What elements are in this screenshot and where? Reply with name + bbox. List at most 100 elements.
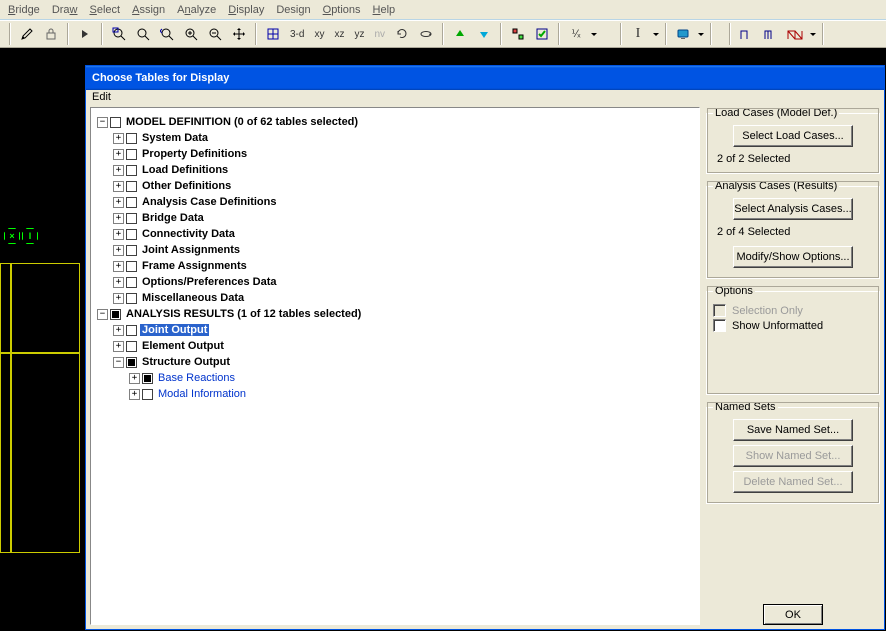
zoom-extents-icon[interactable] bbox=[132, 23, 154, 45]
checkbox[interactable] bbox=[126, 261, 137, 272]
view-3d-button[interactable]: 3-d bbox=[286, 23, 308, 45]
tree-joint-assignments[interactable]: Joint Assignments bbox=[140, 244, 242, 256]
tree-joint-output[interactable]: Joint Output bbox=[140, 324, 209, 336]
checkbox-checked[interactable] bbox=[142, 373, 153, 384]
expander-icon[interactable]: + bbox=[113, 229, 124, 240]
arrow-up-icon[interactable] bbox=[449, 23, 471, 45]
expander-icon[interactable]: + bbox=[113, 213, 124, 224]
zoom-window-icon[interactable] bbox=[108, 23, 130, 45]
checkbox-checked[interactable] bbox=[126, 357, 137, 368]
zoom-prev-icon[interactable] bbox=[156, 23, 178, 45]
expander-icon[interactable]: + bbox=[113, 245, 124, 256]
dropdown-icon[interactable] bbox=[589, 23, 598, 45]
menu-select[interactable]: Select bbox=[90, 4, 121, 16]
checkbox[interactable] bbox=[126, 197, 137, 208]
select-load-cases-button[interactable]: Select Load Cases... bbox=[733, 125, 853, 147]
menu-design[interactable]: Design bbox=[276, 4, 310, 16]
show-unformatted-checkbox[interactable] bbox=[713, 319, 726, 332]
checkbox[interactable] bbox=[126, 325, 137, 336]
expander-icon[interactable]: + bbox=[113, 325, 124, 336]
tree-model-definition[interactable]: MODEL DEFINITION (0 of 62 tables selecte… bbox=[124, 116, 360, 128]
expander-icon[interactable]: − bbox=[97, 117, 108, 128]
expander-icon[interactable]: + bbox=[113, 165, 124, 176]
check-icon[interactable] bbox=[531, 23, 553, 45]
checkbox[interactable] bbox=[126, 133, 137, 144]
tree-load-definitions[interactable]: Load Definitions bbox=[140, 164, 230, 176]
expander-icon[interactable]: + bbox=[113, 197, 124, 208]
ok-button[interactable]: OK bbox=[763, 604, 823, 625]
tree-element-output[interactable]: Element Output bbox=[140, 340, 226, 352]
view-nv-button[interactable]: nv bbox=[370, 23, 389, 45]
dropdown-icon[interactable] bbox=[808, 23, 817, 45]
play-icon[interactable] bbox=[74, 23, 96, 45]
menu-bridge[interactable]: Bridge bbox=[8, 4, 40, 16]
checkbox[interactable] bbox=[126, 293, 137, 304]
expander-icon[interactable]: + bbox=[113, 261, 124, 272]
tree-system-data[interactable]: System Data bbox=[140, 132, 210, 144]
truss-icon[interactable] bbox=[784, 23, 806, 45]
zoom-in-icon[interactable] bbox=[180, 23, 202, 45]
expander-icon[interactable]: + bbox=[113, 149, 124, 160]
expander-icon[interactable]: + bbox=[113, 181, 124, 192]
expander-icon[interactable]: + bbox=[129, 373, 140, 384]
tree-modal-information[interactable]: Modal Information bbox=[156, 388, 248, 400]
expander-icon[interactable]: + bbox=[129, 389, 140, 400]
tree-bridge-data[interactable]: Bridge Data bbox=[140, 212, 206, 224]
refresh-icon[interactable] bbox=[391, 23, 413, 45]
pencil-icon[interactable] bbox=[16, 23, 38, 45]
checkbox[interactable] bbox=[126, 277, 137, 288]
checkbox[interactable] bbox=[126, 165, 137, 176]
grid-icon[interactable] bbox=[262, 23, 284, 45]
select-tool-icon[interactable] bbox=[507, 23, 529, 45]
tree-frame-assignments[interactable]: Frame Assignments bbox=[140, 260, 249, 272]
select-analysis-cases-button[interactable]: Select Analysis Cases... bbox=[733, 198, 853, 220]
menu-draw[interactable]: Draw bbox=[52, 4, 78, 16]
expander-icon[interactable]: − bbox=[97, 309, 108, 320]
menu-display[interactable]: Display bbox=[228, 4, 264, 16]
expander-icon[interactable]: + bbox=[113, 277, 124, 288]
lock-icon[interactable] bbox=[40, 23, 62, 45]
expander-icon[interactable]: + bbox=[113, 293, 124, 304]
edit-menu[interactable]: Edit bbox=[92, 91, 111, 103]
dropdown-icon[interactable] bbox=[696, 23, 705, 45]
view-xz-button[interactable]: xz bbox=[330, 23, 348, 45]
tree-base-reactions[interactable]: Base Reactions bbox=[156, 372, 237, 384]
tree-options-preferences[interactable]: Options/Preferences Data bbox=[140, 276, 279, 288]
text-tool-icon[interactable]: I bbox=[627, 23, 649, 45]
tree-analysis-results[interactable]: ANALYSIS RESULTS (1 of 12 tables selecte… bbox=[124, 308, 363, 320]
delete-named-set-button[interactable]: Delete Named Set... bbox=[733, 471, 853, 493]
screen-icon[interactable] bbox=[672, 23, 694, 45]
frame2-icon[interactable] bbox=[760, 23, 782, 45]
menu-analyze[interactable]: Analyze bbox=[177, 4, 216, 16]
tree-property-definitions[interactable]: Property Definitions bbox=[140, 148, 249, 160]
checkbox[interactable] bbox=[126, 213, 137, 224]
tree-structure-output[interactable]: Structure Output bbox=[140, 356, 232, 368]
expander-icon[interactable]: − bbox=[113, 357, 124, 368]
tree-other-definitions[interactable]: Other Definitions bbox=[140, 180, 233, 192]
frame1-icon[interactable] bbox=[736, 23, 758, 45]
checkbox[interactable] bbox=[110, 117, 121, 128]
expander-icon[interactable]: + bbox=[113, 133, 124, 144]
menu-assign[interactable]: Assign bbox=[132, 4, 165, 16]
show-named-set-button[interactable]: Show Named Set... bbox=[733, 445, 853, 467]
expander-icon[interactable]: + bbox=[113, 341, 124, 352]
tree-miscellaneous-data[interactable]: Miscellaneous Data bbox=[140, 292, 246, 304]
rotate-icon[interactable] bbox=[415, 23, 437, 45]
save-named-set-button[interactable]: Save Named Set... bbox=[733, 419, 853, 441]
menu-help[interactable]: Help bbox=[373, 4, 396, 16]
tree-connectivity-data[interactable]: Connectivity Data bbox=[140, 228, 237, 240]
menu-options[interactable]: Options bbox=[323, 4, 361, 16]
checkbox-checked[interactable] bbox=[110, 309, 121, 320]
checkbox[interactable] bbox=[126, 229, 137, 240]
dialog-titlebar[interactable]: Choose Tables for Display bbox=[86, 66, 884, 90]
checkbox[interactable] bbox=[126, 149, 137, 160]
zoom-out-icon[interactable] bbox=[204, 23, 226, 45]
checkbox[interactable] bbox=[142, 389, 153, 400]
checkbox[interactable] bbox=[126, 341, 137, 352]
view-xy-button[interactable]: xy bbox=[310, 23, 328, 45]
pan-icon[interactable] bbox=[228, 23, 250, 45]
tables-tree[interactable]: − MODEL DEFINITION (0 of 62 tables selec… bbox=[90, 107, 700, 625]
view-yz-button[interactable]: yz bbox=[350, 23, 368, 45]
arrow-down-icon[interactable] bbox=[473, 23, 495, 45]
tree-analysis-case-definitions[interactable]: Analysis Case Definitions bbox=[140, 196, 279, 208]
